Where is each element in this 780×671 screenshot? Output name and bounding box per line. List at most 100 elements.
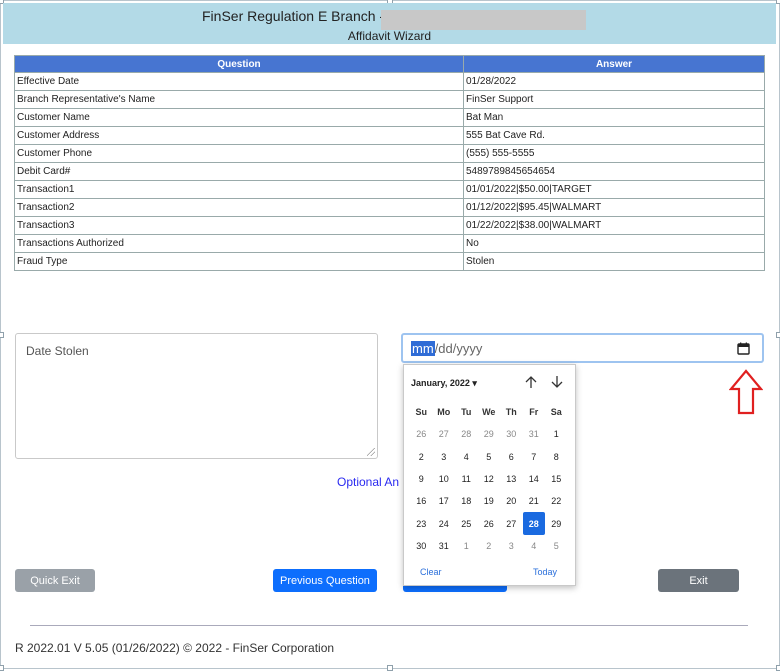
calendar-icon[interactable] <box>737 342 750 355</box>
table-row: Fraud Type Stolen <box>14 252 765 271</box>
arrow-up-icon[interactable] <box>524 375 538 389</box>
calendar-day[interactable]: 11 <box>455 468 478 490</box>
resize-handle[interactable] <box>776 665 780 671</box>
calendar-day[interactable]: 5 <box>478 446 501 468</box>
calendar-day[interactable]: 8 <box>545 446 568 468</box>
calendar-day[interactable]: 21 <box>523 490 546 512</box>
calendar-day[interactable]: 2 <box>478 535 501 557</box>
date-stolen-input[interactable]: mm/dd/yyyy <box>401 333 764 363</box>
calendar-day[interactable]: 16 <box>410 490 433 512</box>
exit-button[interactable]: Exit <box>658 569 739 592</box>
calendar-day[interactable]: 5 <box>545 535 568 557</box>
weekday-header: Su <box>415 407 427 418</box>
question-cell: Transaction2 <box>14 198 464 217</box>
question-cell: Transactions Authorized <box>14 234 464 253</box>
table-row: Effective Date 01/28/2022 <box>14 72 765 91</box>
calendar-day[interactable]: 7 <box>523 446 546 468</box>
answer-cell: (555) 555-5555 <box>463 144 765 163</box>
textarea-resize-grip[interactable] <box>367 448 375 456</box>
table-row: Customer Address 555 Bat Cave Rd. <box>14 126 765 145</box>
answer-cell: 01/28/2022 <box>463 72 765 91</box>
calendar-day[interactable]: 29 <box>545 512 568 534</box>
quick-exit-button[interactable]: Quick Exit <box>15 569 95 592</box>
calendar-day[interactable]: 28 <box>455 423 478 445</box>
calendar-day[interactable]: 13 <box>500 468 523 490</box>
month-segment[interactable]: mm <box>411 340 435 356</box>
calendar-clear-button[interactable]: Clear <box>420 567 442 577</box>
resize-handle[interactable] <box>776 332 780 338</box>
page-title: FinSer Regulation E Branch - <box>202 8 385 24</box>
calendar-day[interactable]: 29 <box>478 423 501 445</box>
calendar-day[interactable]: 2 <box>410 446 433 468</box>
calendar-day[interactable]: 4 <box>523 535 546 557</box>
calendar-day[interactable]: 26 <box>410 423 433 445</box>
version-footer: R 2022.01 V 5.05 (01/26/2022) © 2022 - F… <box>15 641 335 655</box>
calendar-day[interactable]: 14 <box>523 468 546 490</box>
calendar-day[interactable]: 6 <box>500 446 523 468</box>
calendar-today-button[interactable]: Today <box>533 567 557 577</box>
calendar-grid: Su Mo Tu We Th Fr Sa 26 27 28 29 30 31 1 2 3 4 5 6 7 8 9 10 11 1… <box>410 401 568 557</box>
page-subtitle: Affidavit Wizard <box>347 29 432 43</box>
calendar-day[interactable]: 12 <box>478 468 501 490</box>
calendar-day[interactable]: 17 <box>433 490 456 512</box>
resize-handle[interactable] <box>776 0 780 4</box>
calendar-day[interactable]: 30 <box>410 535 433 557</box>
calendar-day[interactable]: 4 <box>455 446 478 468</box>
calendar-day[interactable]: 1 <box>455 535 478 557</box>
answer-cell: 5489789845654654 <box>463 162 765 181</box>
table-row: Transaction2 01/12/2022|$95.45|WALMART <box>14 198 765 217</box>
table-row: Customer Phone (555) 555-5555 <box>14 144 765 163</box>
resize-handle[interactable] <box>387 665 393 671</box>
answer-cell: FinSer Support <box>463 90 765 109</box>
table-row: Debit Card# 5489789845654654 <box>14 162 765 181</box>
optional-answer-link[interactable]: Optional An <box>337 475 399 489</box>
answer-cell: 01/12/2022|$95.45|WALMART <box>463 198 765 217</box>
calendar-day[interactable]: 1 <box>545 423 568 445</box>
column-header-question: Question <box>14 55 464 73</box>
question-cell: Debit Card# <box>14 162 464 181</box>
arrow-down-icon[interactable] <box>550 375 564 389</box>
question-cell: Fraud Type <box>14 252 464 271</box>
date-picker-popup: January, 2022 ▾ Su Mo Tu We Th Fr Sa 26 27 28 29 30… <box>403 364 576 586</box>
redacted-block <box>381 10 586 30</box>
previous-question-button[interactable]: Previous Question <box>273 569 377 592</box>
table-row: Transaction1 01/01/2022|$50.00|TARGET <box>14 180 765 199</box>
question-cell: Effective Date <box>14 72 464 91</box>
calendar-day[interactable]: 3 <box>500 535 523 557</box>
calendar-day[interactable]: 25 <box>455 512 478 534</box>
table-row: Customer Name Bat Man <box>14 108 765 127</box>
calendar-day[interactable]: 20 <box>500 490 523 512</box>
calendar-day[interactable]: 19 <box>478 490 501 512</box>
resize-handle[interactable] <box>0 332 4 338</box>
calendar-day[interactable]: 15 <box>545 468 568 490</box>
resize-handle[interactable] <box>0 665 4 671</box>
calendar-day[interactable]: 27 <box>433 423 456 445</box>
answer-cell: Bat Man <box>463 108 765 127</box>
answer-cell: Stolen <box>463 252 765 271</box>
table-header-row: Question Answer <box>14 55 765 73</box>
question-cell: Transaction1 <box>14 180 464 199</box>
calendar-day[interactable]: 31 <box>523 423 546 445</box>
question-textarea[interactable]: Date Stolen <box>15 333 378 459</box>
weekday-header: We <box>482 407 496 418</box>
footer-divider <box>30 625 748 626</box>
weekday-header: Tu <box>461 407 472 418</box>
calendar-day-selected[interactable]: 28 <box>522 512 545 535</box>
calendar-day[interactable]: 27 <box>500 512 523 534</box>
calendar-month-dropdown[interactable]: January, 2022 ▾ <box>411 378 477 389</box>
calendar-day[interactable]: 18 <box>455 490 478 512</box>
calendar-day[interactable]: 22 <box>545 490 568 512</box>
weekday-header: Th <box>505 407 517 418</box>
weekday-header: Sa <box>550 407 562 418</box>
calendar-day[interactable]: 23 <box>410 512 433 534</box>
calendar-day[interactable]: 24 <box>433 512 456 534</box>
calendar-day[interactable]: 3 <box>433 446 456 468</box>
question-cell: Customer Phone <box>14 144 464 163</box>
calendar-day[interactable]: 9 <box>410 468 433 490</box>
calendar-day[interactable]: 10 <box>433 468 456 490</box>
calendar-day[interactable]: 30 <box>500 423 523 445</box>
summary-table: Question Answer Effective Date 01/28/2022… <box>14 55 765 271</box>
red-up-arrow-icon <box>729 369 763 415</box>
calendar-day[interactable]: 31 <box>433 535 456 557</box>
calendar-day[interactable]: 26 <box>478 512 501 534</box>
